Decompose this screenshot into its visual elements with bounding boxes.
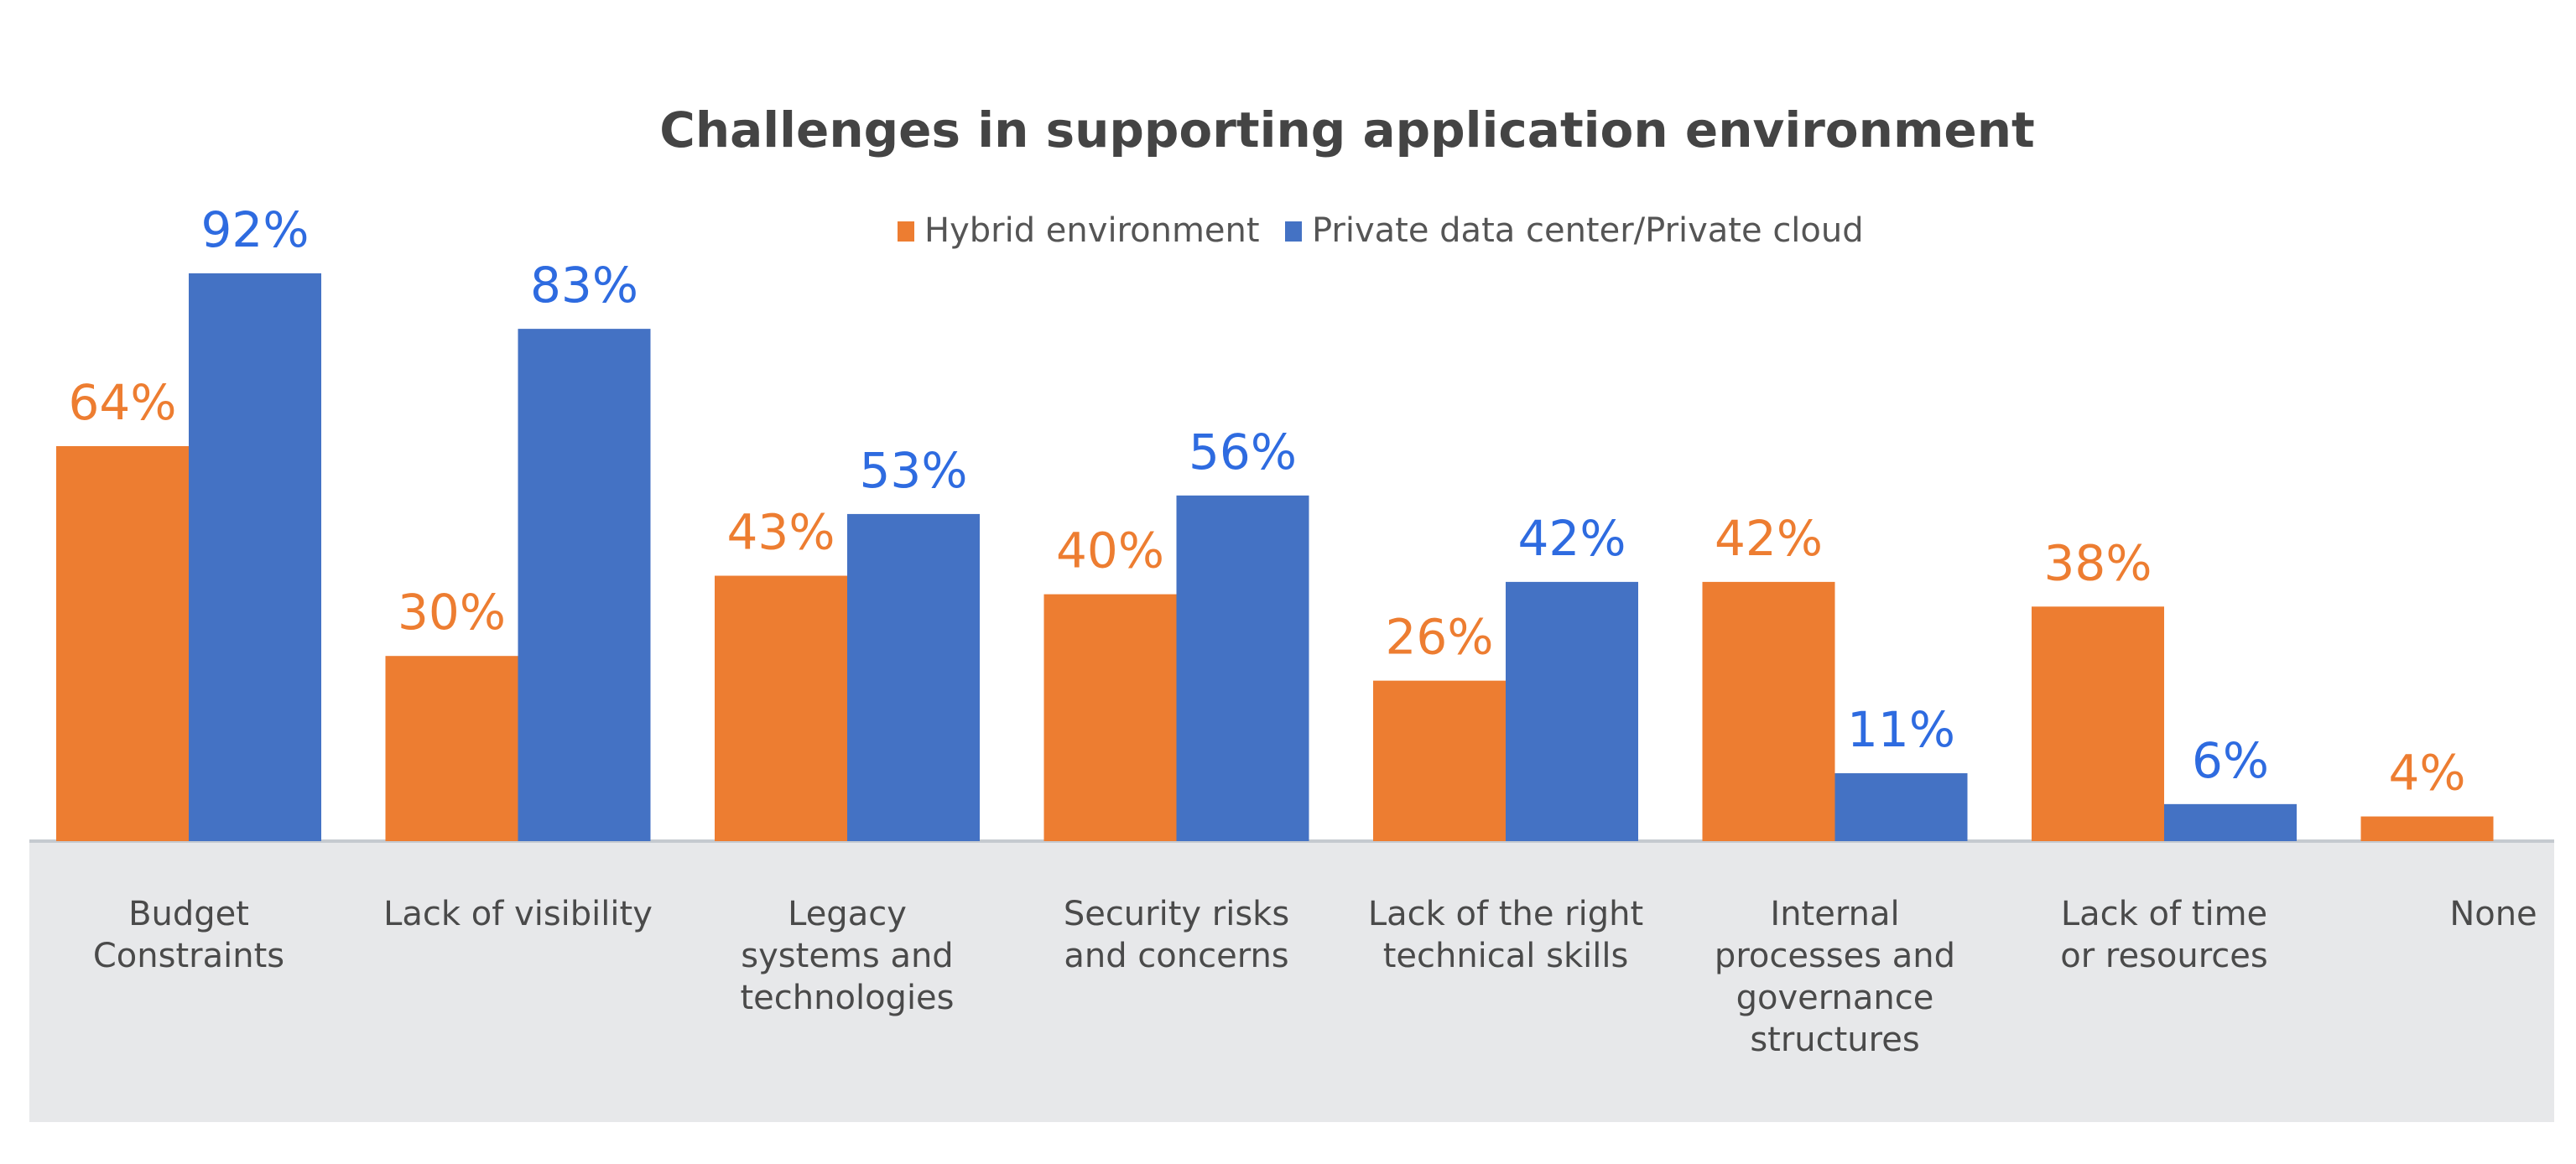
value-label-private-0: 92% <box>201 201 310 258</box>
value-label-private-3: 56% <box>1189 424 1297 481</box>
bar-private-4 <box>1506 581 1638 841</box>
legend: Hybrid environment Private data center/P… <box>898 211 1864 250</box>
legend-label-private: Private data center/Private cloud <box>1312 211 1864 250</box>
bar-hybrid-5 <box>1702 581 1835 841</box>
value-label-hybrid-5: 42% <box>1715 510 1823 567</box>
category-axis-panel <box>29 841 2554 1122</box>
bar-hybrid-4 <box>1373 680 1506 841</box>
legend-swatch-hybrid <box>898 221 914 242</box>
value-label-private-1: 83% <box>530 257 638 314</box>
value-label-hybrid-2: 43% <box>727 504 835 561</box>
bar-hybrid-3 <box>1043 594 1177 841</box>
bar-hybrid-7 <box>2360 816 2494 841</box>
bar-private-1 <box>518 329 651 841</box>
bar-hybrid-6 <box>2032 606 2164 841</box>
bar-private-0 <box>189 273 321 841</box>
value-label-hybrid-0: 64% <box>69 374 177 431</box>
bar-private-3 <box>1176 495 1309 841</box>
value-label-hybrid-6: 38% <box>2044 534 2152 591</box>
value-label-hybrid-1: 30% <box>398 584 506 641</box>
value-label-private-4: 42% <box>1518 510 1626 567</box>
bar-private-5 <box>1834 773 1968 841</box>
bar-chart: Challenges in supporting application env… <box>29 101 2554 1122</box>
bar-private-6 <box>2164 803 2297 841</box>
bar-private-2 <box>847 513 980 841</box>
value-label-private-6: 6% <box>2192 732 2269 789</box>
value-label-hybrid-3: 40% <box>1056 522 1164 579</box>
value-label-hybrid-4: 26% <box>1386 609 1494 666</box>
value-label-private-2: 53% <box>860 442 968 499</box>
legend-label-hybrid: Hybrid environment <box>924 211 1260 250</box>
chart-title: Challenges in supporting application env… <box>659 101 2034 158</box>
legend-swatch-private <box>1285 221 1302 242</box>
value-label-hybrid-7: 4% <box>2388 745 2465 802</box>
value-label-private-5: 11% <box>1847 701 1955 758</box>
bar-hybrid-0 <box>56 445 189 841</box>
category-label-7: None <box>2449 895 2537 933</box>
bar-hybrid-2 <box>715 575 847 841</box>
bar-hybrid-1 <box>385 656 518 841</box>
category-label-1: Lack of visibility <box>383 895 653 933</box>
